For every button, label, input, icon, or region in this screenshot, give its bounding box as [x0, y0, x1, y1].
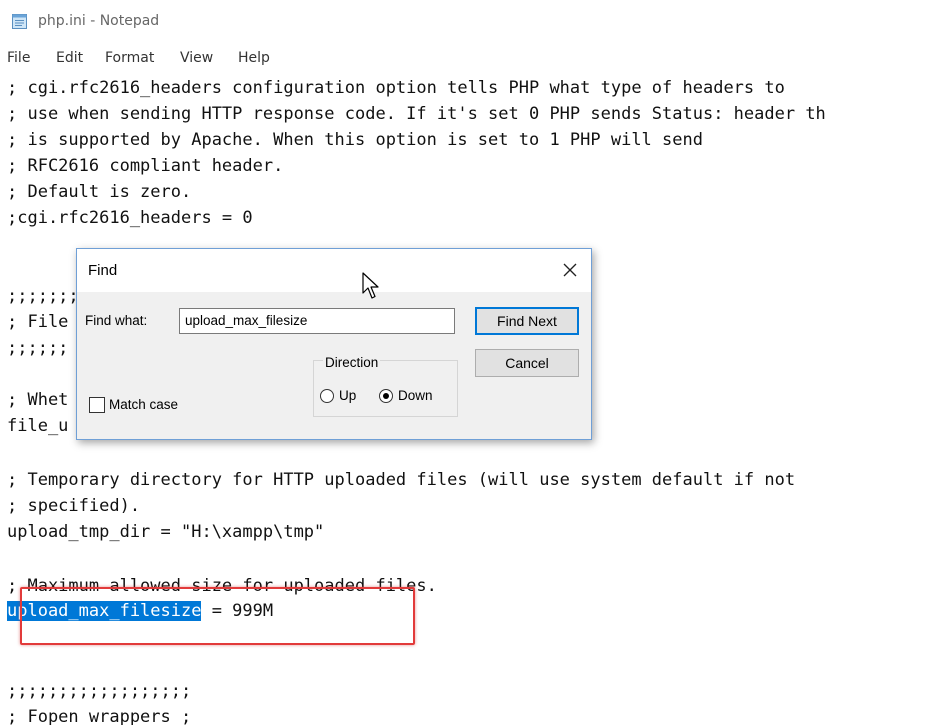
menu-file[interactable]: File	[7, 50, 30, 66]
editor-line: ; Default is zero.	[7, 182, 192, 202]
match-case-label[interactable]: Match case	[109, 397, 178, 412]
menu-bar: File Edit Format View Help	[0, 48, 938, 70]
selected-line-value: = 999M	[201, 601, 274, 621]
editor-line: ; Temporary directory for HTTP uploaded …	[7, 470, 796, 490]
match-case-checkbox[interactable]	[89, 397, 105, 413]
menu-format[interactable]: Format	[105, 50, 154, 66]
close-icon	[563, 263, 577, 277]
radio-selected-dot	[383, 393, 389, 399]
direction-down-radio[interactable]	[379, 389, 393, 403]
editor-line-selected: upload_max_filesize = 999M	[7, 598, 273, 624]
editor-line: ;;;;;;;;;;;;;;;;;;	[7, 681, 192, 701]
direction-up-radio[interactable]	[320, 389, 334, 403]
find-next-button[interactable]: Find Next	[475, 307, 579, 335]
window-title: php.ini - Notepad	[38, 13, 160, 29]
editor-line: ; Whet	[7, 390, 69, 410]
direction-up-label[interactable]: Up	[339, 388, 356, 403]
find-what-input[interactable]: upload_max_filesize	[179, 308, 455, 334]
editor-line: ;;;;;;	[7, 338, 69, 358]
menu-help[interactable]: Help	[238, 50, 270, 66]
dialog-title-bar: Find	[77, 249, 591, 292]
editor-line: ; File	[7, 312, 69, 332]
dialog-title: Find	[88, 262, 118, 279]
menu-edit[interactable]: Edit	[56, 50, 83, 66]
editor-line: file_u	[7, 416, 69, 436]
menu-view[interactable]: View	[180, 50, 213, 66]
notepad-icon	[12, 14, 27, 29]
find-what-label: Find what:	[85, 313, 148, 328]
editor-line: ; specified).	[7, 496, 141, 516]
editor-line: ; Fopen wrappers ;	[7, 707, 192, 725]
editor-line: ;;;;;;;	[7, 286, 79, 306]
editor-line: ; RFC2616 compliant header.	[7, 156, 284, 176]
cancel-button[interactable]: Cancel	[475, 349, 579, 377]
title-bar: php.ini - Notepad	[0, 0, 938, 44]
direction-label: Direction	[323, 355, 381, 370]
editor-line: upload_tmp_dir = "H:\xampp\tmp"	[7, 522, 325, 542]
direction-down-label[interactable]: Down	[398, 388, 433, 403]
selected-text: upload_max_filesize	[7, 601, 202, 621]
editor-line: ;cgi.rfc2616_headers = 0	[7, 208, 253, 228]
editor-line: ; is supported by Apache. When this opti…	[7, 130, 703, 150]
find-dialog: Find Find what: upload_max_filesize Find…	[76, 248, 592, 440]
close-button[interactable]	[555, 256, 585, 284]
editor-line: ; cgi.rfc2616_headers configuration opti…	[7, 78, 785, 98]
mouse-cursor-icon	[362, 272, 379, 299]
editor-line: ; Maximum allowed size for uploaded file…	[7, 576, 437, 596]
editor-line: ; use when sending HTTP response code. I…	[7, 104, 826, 124]
